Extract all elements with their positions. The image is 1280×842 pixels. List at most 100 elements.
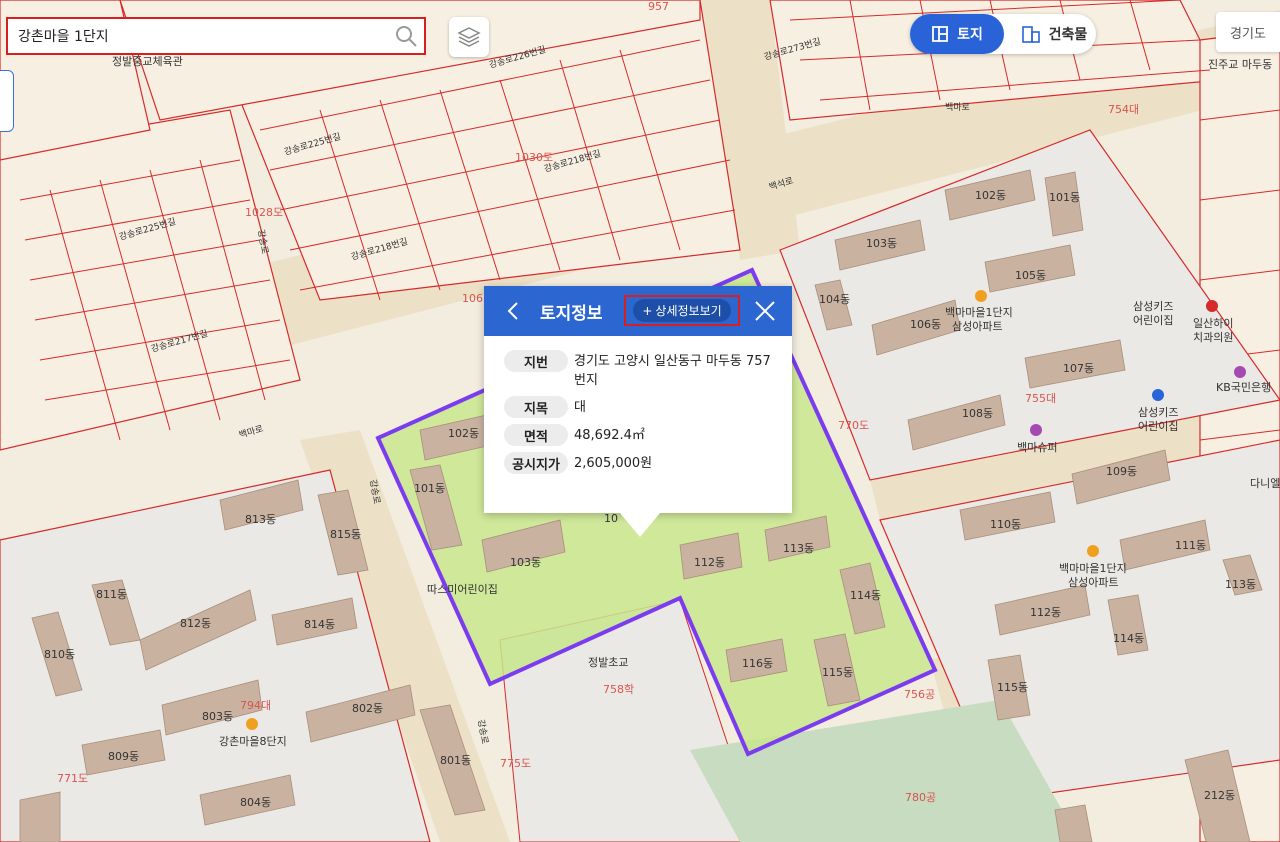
- svg-text:KB국민은행: KB국민은행: [1216, 381, 1271, 394]
- svg-text:957: 957: [648, 0, 669, 13]
- popup-pointer: [620, 513, 660, 537]
- svg-text:101동: 101동: [414, 482, 445, 495]
- svg-text:115동: 115동: [822, 666, 853, 679]
- svg-text:백마로: 백마로: [945, 102, 970, 113]
- svg-text:794대: 794대: [240, 699, 271, 712]
- svg-text:810동: 810동: [44, 648, 75, 661]
- popup-body: 지번 경기도 고양시 일산동구 마두동 757번지 지목 대 면적 48,692…: [484, 336, 792, 474]
- svg-text:삼성키즈: 삼성키즈: [1138, 406, 1178, 419]
- svg-text:104동: 104동: [819, 293, 850, 306]
- svg-text:어린이집: 어린이집: [1133, 314, 1173, 327]
- svg-text:108동: 108동: [962, 407, 993, 420]
- info-value: 경기도 고양시 일산동구 마두동 757번지: [574, 354, 771, 388]
- svg-text:116동: 116동: [742, 657, 773, 670]
- info-row-price: 공시지가 2,605,000원: [504, 452, 772, 474]
- info-label: 면적: [504, 424, 568, 446]
- layers-button[interactable]: [449, 17, 489, 57]
- svg-text:103동: 103동: [866, 237, 897, 250]
- svg-text:114동: 114동: [850, 589, 881, 602]
- building-icon: [1021, 26, 1040, 43]
- info-row-area: 면적 48,692.4㎡: [504, 424, 772, 446]
- svg-text:110동: 110동: [990, 518, 1021, 531]
- search-input[interactable]: [8, 28, 388, 44]
- close-icon[interactable]: [752, 298, 778, 324]
- region-selector[interactable]: 경기도: [1216, 12, 1280, 52]
- svg-text:102동: 102동: [448, 427, 479, 440]
- search-icon[interactable]: [388, 19, 424, 53]
- info-label: 공시지가: [504, 452, 568, 474]
- svg-text:113동: 113동: [1225, 578, 1256, 591]
- svg-text:809동: 809동: [108, 750, 139, 763]
- svg-text:811동: 811동: [96, 588, 127, 601]
- svg-text:754대: 754대: [1108, 103, 1139, 116]
- svg-text:756공: 756공: [904, 688, 935, 701]
- svg-text:103동: 103동: [510, 556, 541, 569]
- detail-button[interactable]: + 상세정보보기: [624, 295, 740, 326]
- info-row-jimok: 지목 대: [504, 396, 772, 418]
- svg-text:804동: 804동: [240, 796, 271, 809]
- map-mode-toggle: 토지 건축물: [910, 14, 1096, 54]
- info-value: 48,692.4㎡: [574, 428, 645, 443]
- svg-text:212동: 212동: [1204, 789, 1235, 802]
- building-mode-button[interactable]: 건축물: [1012, 14, 1096, 54]
- svg-text:따스미어린이집: 따스미어린이집: [427, 583, 498, 596]
- svg-text:758학: 758학: [603, 683, 634, 696]
- svg-text:정발초교: 정발초교: [588, 656, 628, 669]
- search-box: [6, 17, 426, 55]
- svg-text:정발중교체육관: 정발중교체육관: [112, 55, 183, 68]
- svg-text:109동: 109동: [1106, 465, 1137, 478]
- info-row-jibun: 지번 경기도 고양시 일산동구 마두동 757번지: [504, 350, 772, 390]
- land-mode-button[interactable]: 토지: [910, 14, 1004, 54]
- svg-text:770도: 770도: [838, 419, 869, 432]
- building-mode-label: 건축물: [1048, 27, 1088, 43]
- svg-text:107동: 107동: [1063, 362, 1094, 375]
- svg-text:치과의원: 치과의원: [1193, 331, 1233, 344]
- svg-text:111동: 111동: [1175, 539, 1206, 552]
- svg-text:815동: 815동: [330, 528, 361, 541]
- svg-text:백마마을1단지: 백마마을1단지: [1059, 562, 1127, 575]
- land-info-popup: 토지정보 + 상세정보보기 지번 경기도 고양시 일산동구 마두동 757번지 지…: [484, 286, 792, 537]
- layers-icon: [457, 27, 481, 47]
- svg-text:105동: 105동: [1015, 269, 1046, 282]
- back-icon[interactable]: [498, 286, 528, 336]
- svg-text:백마슈퍼: 백마슈퍼: [1017, 441, 1057, 454]
- svg-text:어린이집: 어린이집: [1138, 420, 1178, 433]
- svg-text:삼성아파트: 삼성아파트: [1068, 576, 1119, 589]
- svg-text:801동: 801동: [440, 754, 471, 767]
- land-mode-label: 토지: [957, 27, 983, 43]
- svg-text:113동: 113동: [783, 542, 814, 555]
- svg-text:775도: 775도: [500, 757, 531, 770]
- svg-text:112동: 112동: [694, 556, 725, 569]
- info-label: 지목: [504, 396, 568, 418]
- svg-text:102동: 102동: [975, 189, 1006, 202]
- svg-text:101동: 101동: [1049, 191, 1080, 204]
- popup-header: 토지정보 + 상세정보보기: [484, 286, 792, 336]
- svg-text:114동: 114동: [1113, 632, 1144, 645]
- svg-text:755대: 755대: [1025, 392, 1056, 405]
- svg-text:112동: 112동: [1030, 606, 1061, 619]
- info-value: 2,605,000원: [574, 456, 653, 471]
- region-label: 경기도: [1230, 26, 1266, 42]
- info-value: 대: [574, 400, 586, 415]
- svg-text:813동: 813동: [245, 513, 276, 526]
- land-icon: [932, 26, 949, 42]
- side-panel-toggle[interactable]: [0, 70, 14, 132]
- svg-text:강촌마을8단지: 강촌마을8단지: [219, 735, 287, 748]
- info-label: 지번: [504, 350, 568, 372]
- svg-text:강송로: 강송로: [475, 719, 490, 745]
- svg-text:780공: 780공: [905, 791, 936, 804]
- svg-text:812동: 812동: [180, 617, 211, 630]
- svg-text:814동: 814동: [304, 618, 335, 631]
- svg-text:삼성아파트: 삼성아파트: [952, 320, 1003, 333]
- popup-title: 토지정보: [540, 303, 603, 324]
- svg-text:115동: 115동: [997, 681, 1028, 694]
- svg-text:802동: 802동: [352, 702, 383, 715]
- svg-text:106동: 106동: [910, 318, 941, 331]
- svg-text:일산하이: 일산하이: [1193, 316, 1233, 330]
- svg-text:삼성키즈: 삼성키즈: [1133, 300, 1173, 313]
- svg-text:1030도: 1030도: [515, 151, 553, 164]
- svg-text:10: 10: [604, 512, 618, 525]
- svg-text:1028도: 1028도: [245, 206, 283, 219]
- svg-text:803동: 803동: [202, 710, 233, 723]
- svg-text:백마마을1단지: 백마마을1단지: [945, 306, 1013, 319]
